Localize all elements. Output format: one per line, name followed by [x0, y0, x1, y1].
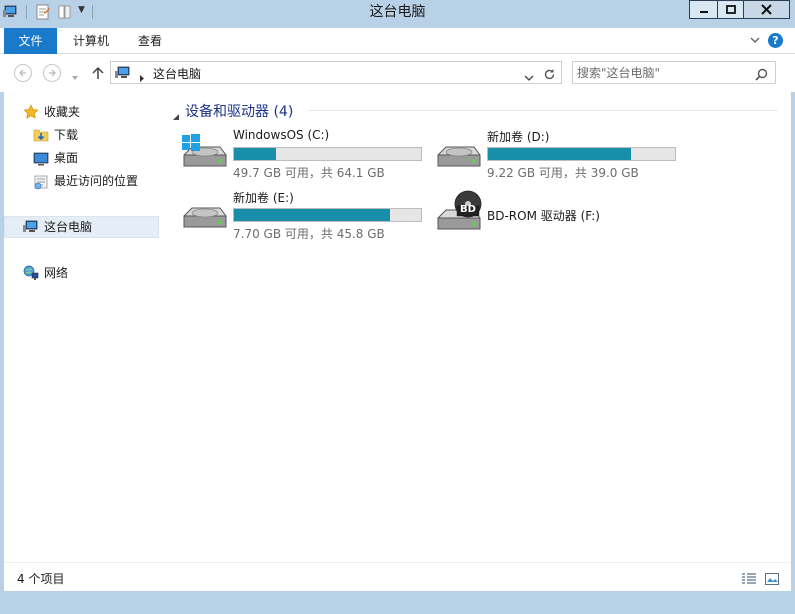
window-title: 这台电脑 — [369, 4, 426, 20]
forward-button[interactable] — [43, 64, 61, 82]
computer-icon — [115, 65, 131, 85]
nav-item-desktop[interactable]: 桌面 — [54, 147, 78, 169]
large-icons-view-icon[interactable] — [765, 570, 779, 589]
nav-this-pc[interactable]: 这台电脑 — [44, 216, 92, 238]
recent-locations-chevron-icon[interactable] — [71, 67, 79, 86]
favorites-star-icon — [23, 104, 39, 124]
explorer-window: 这台电脑 ▼ 文件 计算机 查看 ? 这台电脑 搜索"这台电脑" 收藏夹 下载 … — [0, 0, 795, 614]
drive-name[interactable]: WindowsOS (C:) — [233, 128, 329, 142]
maximize-button[interactable] — [717, 0, 744, 19]
tab-view[interactable]: 查看 — [126, 28, 174, 54]
search-input[interactable] — [577, 64, 747, 81]
computer-icon[interactable] — [3, 4, 19, 20]
nav-item-downloads[interactable]: 下载 — [54, 124, 78, 146]
drive-usage-fill — [234, 209, 390, 221]
drive-usage-fill — [488, 148, 631, 160]
ribbon-tab-bar: 文件 计算机 查看 ? — [0, 28, 795, 54]
nav-network[interactable]: 网络 — [44, 262, 68, 284]
search-icon[interactable] — [755, 66, 768, 85]
hard-drive-windows-icon — [180, 133, 230, 177]
hard-drive-icon — [434, 133, 484, 177]
drive-usage-bar — [233, 208, 422, 222]
recent-places-icon — [33, 174, 49, 194]
expand-ribbon-chevron-icon[interactable] — [749, 34, 761, 49]
nav-item-recent-places[interactable]: 最近访问的位置 — [54, 170, 138, 192]
downloads-folder-icon — [33, 127, 49, 147]
drive-usage-bar — [233, 147, 422, 161]
group-header-devices[interactable]: 设备和驱动器 (4) — [185, 101, 293, 121]
details-view-icon[interactable] — [742, 570, 756, 589]
qat-separator — [92, 5, 93, 19]
back-arrow-icon — [19, 69, 26, 77]
drive-space-info: 9.22 GB 可用，共 39.0 GB — [487, 166, 639, 180]
drive-name[interactable]: 新加卷 (E:) — [233, 189, 294, 206]
qat-customize-chevron-icon[interactable]: ▼ — [78, 5, 85, 15]
close-button[interactable] — [743, 0, 790, 19]
drive-name[interactable]: 新加卷 (D:) — [487, 128, 549, 145]
search-box[interactable] — [572, 61, 776, 84]
drive-usage-fill — [234, 148, 277, 160]
maximize-icon — [725, 4, 736, 14]
drive-space-info: 49.7 GB 可用，共 64.1 GB — [233, 166, 385, 180]
properties-icon[interactable] — [35, 4, 51, 20]
navigation-pane — [4, 92, 163, 562]
computer-icon — [23, 219, 39, 239]
address-bar[interactable]: 这台电脑 — [110, 61, 562, 84]
up-arrow-icon — [92, 66, 104, 79]
drive-name[interactable]: BD-ROM 驱动器 (F:) — [487, 207, 600, 224]
tab-computer[interactable]: 计算机 — [62, 28, 120, 54]
forward-arrow-icon — [49, 69, 56, 77]
new-folder-icon[interactable] — [57, 4, 73, 20]
breadcrumb-this-pc[interactable]: 这台电脑 — [153, 65, 201, 82]
address-dropdown-chevron-icon[interactable] — [524, 68, 534, 87]
help-icon[interactable]: ? — [768, 33, 783, 48]
back-button[interactable] — [14, 64, 32, 82]
close-icon — [761, 4, 772, 15]
tab-file[interactable]: 文件 — [4, 28, 57, 54]
desktop-icon — [33, 151, 49, 171]
refresh-icon[interactable] — [543, 66, 556, 85]
hard-drive-icon — [180, 194, 230, 238]
qat-separator — [26, 5, 27, 19]
drive-usage-bar — [487, 147, 676, 161]
up-button[interactable] — [91, 65, 105, 84]
group-divider — [308, 110, 778, 111]
status-bar — [4, 562, 791, 591]
status-item-count: 4 个项目 — [17, 572, 65, 586]
network-icon — [23, 265, 39, 285]
minimize-button[interactable] — [689, 0, 718, 19]
minimize-icon — [699, 10, 708, 13]
breadcrumb-chevron-icon[interactable] — [138, 68, 146, 87]
drive-space-info: 7.70 GB 可用，共 45.8 GB — [233, 227, 385, 241]
nav-favorites[interactable]: 收藏夹 — [44, 101, 80, 123]
group-collapse-triangle-icon[interactable] — [172, 106, 180, 125]
bd-label: BD — [460, 204, 476, 215]
bd-rom-drive-icon: BD — [434, 190, 484, 240]
